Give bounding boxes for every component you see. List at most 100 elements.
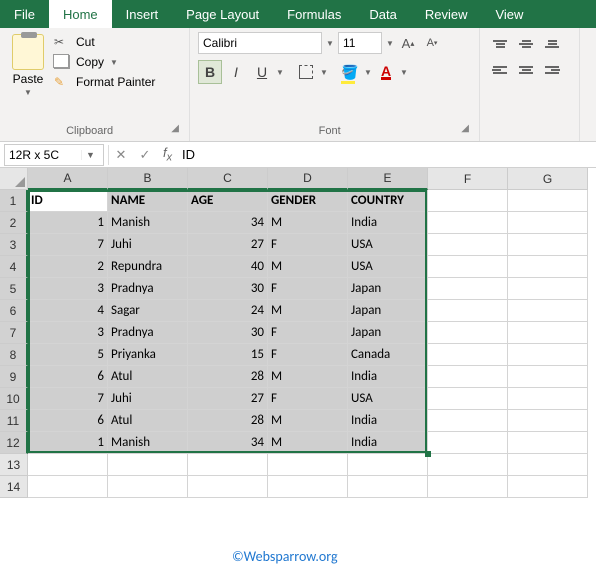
row-header[interactable]: 10	[0, 388, 28, 410]
enter-formula-icon[interactable]: ✓	[133, 147, 157, 163]
col-header[interactable]: C	[188, 168, 268, 190]
cell[interactable]: 3	[28, 278, 108, 300]
cell[interactable]	[508, 322, 588, 344]
row-header[interactable]: 8	[0, 344, 28, 366]
cell[interactable]	[28, 476, 108, 498]
cell[interactable]: Manish	[108, 212, 188, 234]
row-header[interactable]: 9	[0, 366, 28, 388]
cell[interactable]: Manish	[108, 432, 188, 454]
cell[interactable]: Pradnya	[108, 278, 188, 300]
row-header[interactable]: 5	[0, 278, 28, 300]
cell[interactable]: Priyanka	[108, 344, 188, 366]
cell[interactable]	[428, 344, 508, 366]
cell[interactable]: 4	[28, 300, 108, 322]
clipboard-launcher-icon[interactable]: ◢	[171, 123, 181, 139]
cell[interactable]: 28	[188, 410, 268, 432]
cell[interactable]	[508, 256, 588, 278]
underline-button[interactable]: U	[250, 60, 274, 84]
tab-page-layout[interactable]: Page Layout	[172, 0, 273, 28]
tab-view[interactable]: View	[481, 0, 537, 28]
tab-insert[interactable]: Insert	[112, 0, 173, 28]
underline-dropdown-icon[interactable]: ▼	[276, 68, 284, 77]
cell[interactable]: 5	[28, 344, 108, 366]
cell[interactable]: NAME	[108, 190, 188, 212]
col-header[interactable]: G	[508, 168, 588, 190]
cell[interactable]: F	[268, 278, 348, 300]
font-launcher-icon[interactable]: ◢	[461, 123, 471, 139]
italic-button[interactable]: I	[224, 60, 248, 84]
cell[interactable]	[508, 278, 588, 300]
fx-icon[interactable]: fx	[157, 145, 178, 164]
font-name-select[interactable]	[198, 32, 322, 54]
cell[interactable]	[108, 454, 188, 476]
align-top-button[interactable]	[488, 32, 512, 56]
fill-color-button[interactable]: 🪣	[338, 60, 362, 84]
cell[interactable]	[428, 234, 508, 256]
fill-dropdown-icon[interactable]: ▼	[364, 68, 372, 77]
cell[interactable]	[428, 432, 508, 454]
cell[interactable]: Repundra	[108, 256, 188, 278]
cell[interactable]	[428, 278, 508, 300]
cell[interactable]: 6	[28, 410, 108, 432]
cell[interactable]	[268, 454, 348, 476]
font-size-select[interactable]	[338, 32, 382, 54]
align-left-button[interactable]	[488, 58, 512, 82]
cell[interactable]	[428, 410, 508, 432]
cell[interactable]	[508, 234, 588, 256]
cell[interactable]: 40	[188, 256, 268, 278]
name-box-input[interactable]	[5, 148, 81, 162]
cell[interactable]	[348, 476, 428, 498]
border-button[interactable]	[294, 60, 318, 84]
cell[interactable]: AGE	[188, 190, 268, 212]
cut-button[interactable]: ✂ Cut	[54, 34, 155, 50]
cell[interactable]: 27	[188, 234, 268, 256]
cell[interactable]	[508, 410, 588, 432]
name-box-dropdown-icon[interactable]: ▼	[81, 150, 99, 160]
cell[interactable]	[508, 212, 588, 234]
paste-dropdown-icon[interactable]: ▼	[24, 88, 32, 97]
cell[interactable]	[28, 454, 108, 476]
tab-formulas[interactable]: Formulas	[273, 0, 355, 28]
cell[interactable]: M	[268, 300, 348, 322]
col-header[interactable]: B	[108, 168, 188, 190]
tab-review[interactable]: Review	[411, 0, 482, 28]
font-size-dropdown-icon[interactable]: ▼	[386, 39, 394, 48]
cell[interactable]: USA	[348, 234, 428, 256]
cell[interactable]: COUNTRY	[348, 190, 428, 212]
font-color-dropdown-icon[interactable]: ▼	[400, 68, 408, 77]
row-header[interactable]: 14	[0, 476, 28, 498]
cell[interactable]: Atul	[108, 366, 188, 388]
cell[interactable]	[508, 300, 588, 322]
font-color-button[interactable]: A	[374, 60, 398, 84]
format-painter-button[interactable]: ✎ Format Painter	[54, 74, 155, 90]
tab-file[interactable]: File	[0, 0, 49, 28]
cell[interactable]: Japan	[348, 278, 428, 300]
row-header[interactable]: 6	[0, 300, 28, 322]
row-header[interactable]: 3	[0, 234, 28, 256]
align-bottom-button[interactable]	[540, 32, 564, 56]
border-dropdown-icon[interactable]: ▼	[320, 68, 328, 77]
cell[interactable]: M	[268, 432, 348, 454]
selection-fill-handle[interactable]	[425, 451, 431, 457]
cell[interactable]	[348, 454, 428, 476]
cell[interactable]: F	[268, 322, 348, 344]
cell[interactable]: F	[268, 388, 348, 410]
cell[interactable]: India	[348, 410, 428, 432]
row-header[interactable]: 1	[0, 190, 28, 212]
formula-input[interactable]	[178, 147, 596, 162]
row-header[interactable]: 13	[0, 454, 28, 476]
cell[interactable]: Japan	[348, 322, 428, 344]
cell[interactable]: India	[348, 432, 428, 454]
cell[interactable]: 30	[188, 278, 268, 300]
copy-dropdown-icon[interactable]: ▼	[110, 58, 118, 67]
cell[interactable]: USA	[348, 388, 428, 410]
cell[interactable]	[508, 454, 588, 476]
font-name-dropdown-icon[interactable]: ▼	[326, 39, 334, 48]
decrease-font-icon[interactable]: A▾	[422, 33, 442, 53]
copy-button[interactable]: Copy ▼	[54, 54, 155, 70]
cell[interactable]: M	[268, 366, 348, 388]
cell[interactable]: ID	[28, 190, 108, 212]
cell[interactable]	[428, 256, 508, 278]
cell[interactable]	[428, 388, 508, 410]
cell[interactable]: 15	[188, 344, 268, 366]
